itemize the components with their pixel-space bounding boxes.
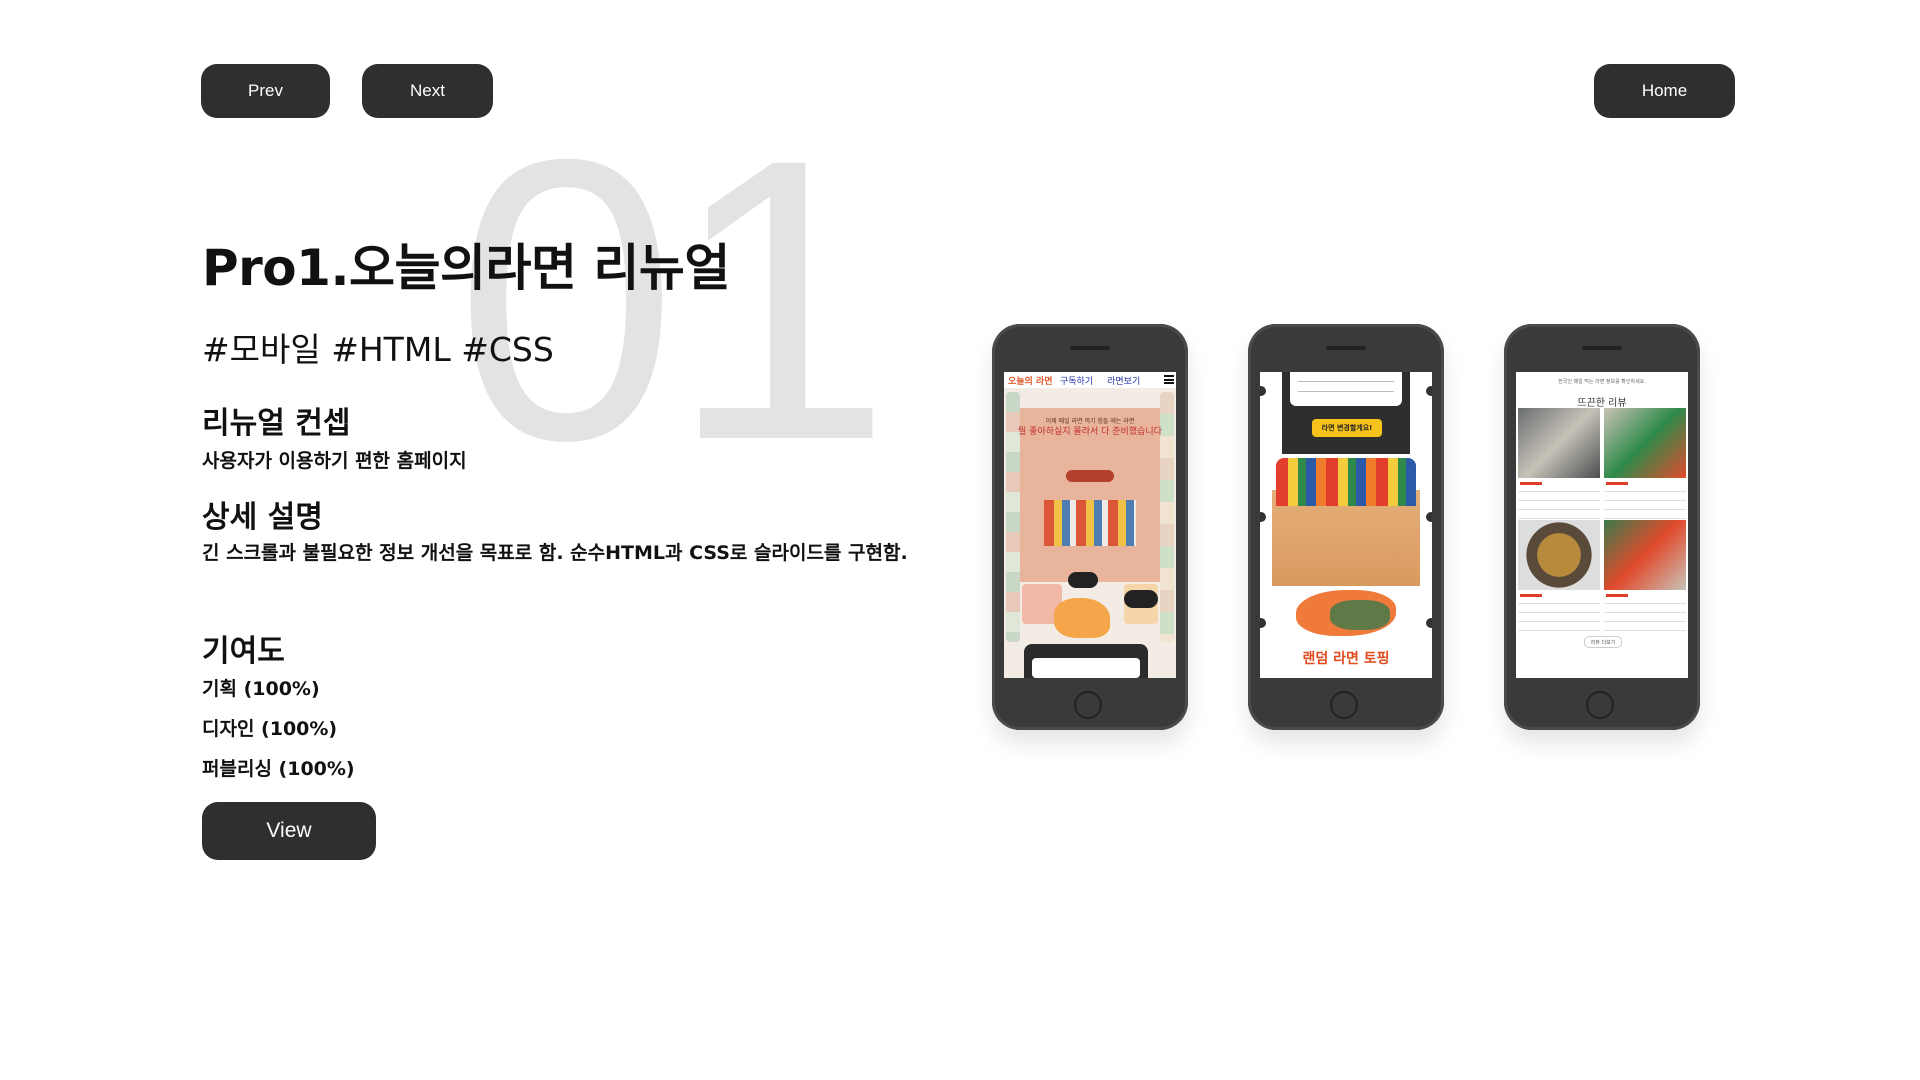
review-photo [1604,408,1686,478]
project-title: Pro1.오늘의라면 리뉴얼 [202,239,730,297]
topping-illustration [1330,600,1390,630]
phone-screen-main: 오늘의 라면 구독하기 라면보기 이제 매일 라면 먹기 힘들 때는 라면 뭘 … [1004,372,1176,678]
contribution-planning: 기획 (100%) [202,678,320,700]
screen-logo: 오늘의 라면 [1008,376,1053,387]
phone-mockup-1: 오늘의 라면 구독하기 라면보기 이제 매일 라면 먹기 힘들 때는 라면 뭘 … [992,324,1188,730]
slide-next-icon [1426,386,1432,396]
info-card-text [1298,376,1394,400]
review-more-button: 리뷰 더보기 [1584,636,1622,648]
speech-bubble [1124,590,1158,608]
random-topping-title: 랜덤 라면 토핑 [1302,651,1390,667]
character-illustration [1054,598,1110,638]
hamburger-menu-icon [1164,375,1174,384]
detail-heading: 상세 설명 [202,500,323,535]
phone-mockup-3: 한국인 매일 먹는 라면 정보를 확인하세요. 뜨끈한 리뷰 리뷰 더보기 [1504,324,1700,730]
rating-stars [1520,482,1542,485]
review-photo [1518,408,1600,478]
phone-mockup-2: 라면 변경할게요! 랜덤 라면 토핑 [1248,324,1444,730]
phone-home-button [1074,691,1102,719]
phone-screen-review: 한국인 매일 먹는 라면 정보를 확인하세요. 뜨끈한 리뷰 리뷰 더보기 [1516,372,1688,678]
footer-links [1518,650,1678,656]
review-text [1518,598,1600,632]
phone-mockups: 오늘의 라면 구독하기 라면보기 이제 매일 라면 먹기 힘들 때는 라면 뭘 … [970,320,1740,760]
phone-speaker [1070,346,1110,350]
speech-bubble [1068,572,1098,588]
slide-next-icon [1426,618,1432,628]
rating-stars [1606,594,1628,597]
review-text [1604,598,1686,632]
phone-speaker [1326,346,1366,350]
concept-heading: 리뉴얼 컨셉 [202,406,351,441]
detail-text: 긴 스크롤과 불필요한 정보 개선을 목표로 함. 순수HTML과 CSS로 슬… [202,542,908,564]
review-header-text: 한국인 매일 먹는 라면 정보를 확인하세요. [1558,379,1646,385]
rating-stars [1520,594,1542,597]
contribution-heading: 기여도 [202,634,285,669]
rating-stars [1606,482,1628,485]
prev-button[interactable]: Prev [201,64,330,118]
screen-nav-subscribe: 구독하기 [1060,376,1094,387]
project-tags: #모바일 #HTML #CSS [202,330,554,369]
review-text [1518,486,1600,520]
hero-headline: 뭘 좋아하실지 몰라서 다 준비했습니다 [1018,427,1162,437]
concept-text: 사용자가 이용하기 편한 홈페이지 [202,450,467,472]
hero-subtext: 이제 매일 라면 먹기 힘들 때는 라면 [1045,418,1135,425]
phone-speaker [1582,346,1622,350]
phone-screen-random: 라면 변경할게요! 랜덤 라면 토핑 [1260,372,1432,678]
change-ramen-button: 라면 변경할게요! [1312,419,1382,437]
home-button[interactable]: Home [1594,64,1735,118]
view-button[interactable]: View [202,802,376,860]
contribution-design: 디자인 (100%) [202,718,338,740]
screen-header: 오늘의 라면 구독하기 라면보기 [1004,372,1176,389]
review-text [1604,486,1686,520]
screen-footer-card [1032,658,1140,678]
review-photo [1604,520,1686,590]
ramen-boxes-image [1044,500,1136,546]
screen-nav-ramen: 라면보기 [1107,376,1141,387]
phone-home-button [1330,691,1358,719]
project-number: 01 [455,76,892,523]
ramen-packages-image [1276,458,1416,506]
phone-home-button [1586,691,1614,719]
slide-next-icon [1426,512,1432,522]
contribution-publishing: 퍼블리싱 (100%) [202,758,355,780]
review-title: 뜨끈한 리뷰 [1577,398,1627,409]
hero-button [1066,470,1114,482]
review-photo [1518,520,1600,590]
